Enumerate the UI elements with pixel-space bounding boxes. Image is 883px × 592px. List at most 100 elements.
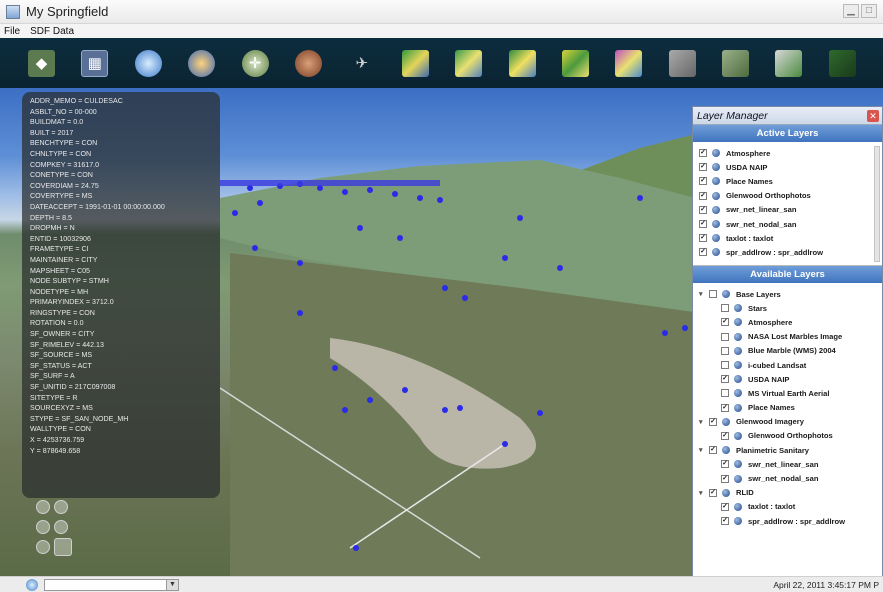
available-layer-row[interactable]: MS Virtual Earth Aerial	[697, 386, 878, 400]
window-titlebar: My Springfield ▁ □	[0, 0, 883, 24]
helicopter-icon[interactable]: ✈	[348, 50, 375, 77]
expand-toggle-icon[interactable]: ▾	[699, 290, 707, 298]
layer-checkbox[interactable]: ✓	[721, 431, 729, 440]
navigation-control[interactable]	[30, 500, 90, 562]
attribute-line: COVERTYPE = MS	[30, 192, 93, 201]
active-layer-row[interactable]: ✓ USDA NAIP	[699, 160, 876, 174]
expand-toggle-icon[interactable]: ▾	[699, 446, 707, 454]
active-layer-row[interactable]: ✓ Atmosphere	[699, 146, 876, 160]
active-layer-row[interactable]: ✓ Glenwood Orthophotos	[699, 189, 876, 203]
sewer-line-cluster	[220, 180, 440, 186]
available-layer-row[interactable]: Blue Marble (WMS) 2004	[697, 344, 878, 358]
location-combo[interactable]: ▼	[44, 578, 179, 591]
layer-checkbox[interactable]: ✓	[721, 460, 729, 469]
zoom-in-icon[interactable]	[36, 520, 50, 534]
layer-checkbox[interactable]: ✓	[699, 163, 707, 172]
expand-toggle-icon[interactable]: ▾	[699, 489, 707, 497]
available-layer-row[interactable]: ✓ Atmosphere	[697, 315, 878, 329]
attribute-line: Y = 878649.658	[30, 446, 81, 455]
layer-checkbox[interactable]: ✓	[699, 149, 707, 158]
available-layer-row[interactable]: Stars	[697, 301, 878, 315]
layer-label: Place Names	[748, 403, 795, 413]
available-layer-row[interactable]: ✓ USDA NAIP	[697, 372, 878, 386]
grid-icon[interactable]: ▦	[81, 49, 109, 77]
layer-checkbox[interactable]: ✓	[721, 318, 729, 327]
layer-checkbox[interactable]: ✓	[709, 488, 717, 497]
map-thumbnail-icon[interactable]	[828, 49, 856, 77]
compass-icon[interactable]: ✛	[241, 49, 269, 77]
layer-group-row[interactable]: ▾ ✓ Planimetric Sanitary	[697, 443, 878, 457]
rotate-left-icon[interactable]	[36, 500, 50, 514]
layer-checkbox[interactable]	[721, 346, 729, 355]
available-layer-row[interactable]: i-cubed Landsat	[697, 358, 878, 372]
layer-checkbox[interactable]	[721, 389, 729, 398]
expand-toggle-icon[interactable]: ▾	[699, 418, 707, 426]
active-layer-row[interactable]: ✓ taxlot : taxlot	[699, 231, 876, 245]
rotate-right-icon[interactable]	[54, 500, 68, 514]
terrain-icon[interactable]	[294, 49, 322, 77]
layer-checkbox[interactable]: ✓	[709, 446, 717, 455]
layer-checkbox[interactable]	[721, 332, 729, 341]
map-thumbnail-icon[interactable]	[722, 49, 750, 77]
layer-checkbox[interactable]: ✓	[721, 474, 729, 483]
layer-checkbox[interactable]: ✓	[699, 205, 707, 214]
globe-icon[interactable]	[134, 49, 162, 77]
attribute-line: SF_SOURCE = MS	[30, 351, 93, 360]
available-layer-row[interactable]: ✓ spr_addlrow : spr_addlrow	[697, 514, 878, 528]
menu-file[interactable]: File	[4, 26, 20, 37]
menu-sdf-data[interactable]: SDF Data	[30, 26, 74, 37]
available-layer-row[interactable]: ✓ swr_net_nodal_san	[697, 471, 878, 485]
map-thumbnail-icon[interactable]	[561, 49, 589, 77]
tilt-up-icon[interactable]	[36, 540, 50, 554]
chevron-down-icon[interactable]: ▼	[166, 579, 178, 590]
available-layer-row[interactable]: NASA Lost Marbles Image	[697, 330, 878, 344]
layer-globe-icon	[734, 361, 742, 370]
zoom-out-icon[interactable]	[54, 520, 68, 534]
earth-satellite-icon[interactable]	[188, 49, 216, 77]
layer-checkbox[interactable]	[721, 304, 729, 313]
layers-icon[interactable]: ◆	[28, 49, 55, 77]
layer-label: USDA NAIP	[726, 162, 768, 172]
layer-checkbox[interactable]: ✓	[699, 220, 707, 229]
layer-checkbox[interactable]: ✓	[699, 248, 707, 257]
layer-label: Base Layers	[736, 289, 781, 299]
layer-group-row[interactable]: ▾ Base Layers	[697, 287, 878, 301]
available-layer-row[interactable]: ✓ swr_net_linear_san	[697, 457, 878, 471]
attribute-line: DATEACCEPT = 1991-01-01 00:00:00.000	[30, 202, 165, 211]
layer-checkbox[interactable]: ✓	[699, 234, 707, 243]
layer-checkbox[interactable]: ✓	[709, 417, 717, 426]
layer-checkbox[interactable]: ✓	[721, 517, 729, 526]
layer-checkbox[interactable]: ✓	[699, 191, 707, 200]
reset-view-icon[interactable]	[54, 538, 72, 556]
close-icon[interactable]: ✕	[867, 110, 879, 122]
map-thumbnail-icon[interactable]	[455, 49, 483, 77]
map-thumbnail-icon[interactable]	[508, 49, 536, 77]
active-layer-row[interactable]: ✓ spr_addlrow : spr_addlrow	[699, 245, 876, 259]
layer-checkbox[interactable]	[721, 361, 729, 370]
layer-checkbox[interactable]: ✓	[721, 403, 729, 412]
layer-group-row[interactable]: ▾ ✓ Glenwood Imagery	[697, 415, 878, 429]
map-thumbnail-icon[interactable]	[401, 49, 429, 77]
attribute-line: ADDR_MEMO = CULDESAC	[30, 97, 123, 105]
map-thumbnail-icon[interactable]	[615, 49, 643, 77]
active-layer-row[interactable]: ✓ swr_net_linear_san	[699, 203, 876, 217]
layer-checkbox[interactable]: ✓	[721, 375, 729, 384]
maximize-icon[interactable]: □	[861, 4, 877, 18]
map-thumbnail-icon[interactable]	[775, 49, 803, 77]
active-layers-scrollbar[interactable]	[874, 146, 880, 262]
app-window: My Springfield ▁ □ File SDF Data ◆ ▦ ✛ ✈	[0, 0, 883, 592]
active-layer-row[interactable]: ✓ swr_net_nodal_san	[699, 217, 876, 231]
layer-group-row[interactable]: ▾ ✓ RLID	[697, 486, 878, 500]
status-bar: ▼ April 22, 2011 3:45:17 PM P	[0, 576, 883, 592]
minimize-icon[interactable]: ▁	[843, 4, 859, 18]
layer-checkbox[interactable]: ✓	[699, 177, 707, 186]
active-layer-row[interactable]: ✓ Place Names	[699, 174, 876, 188]
attribute-line: SF_SURF = A	[30, 372, 75, 381]
available-layer-row[interactable]: ✓ Place Names	[697, 401, 878, 415]
layer-globe-icon	[734, 502, 742, 511]
layer-checkbox[interactable]	[709, 290, 717, 299]
available-layer-row[interactable]: ✓ Glenwood Orthophotos	[697, 429, 878, 443]
available-layer-row[interactable]: ✓ taxlot : taxlot	[697, 500, 878, 514]
map-thumbnail-icon[interactable]	[668, 49, 696, 77]
layer-checkbox[interactable]: ✓	[721, 502, 729, 511]
